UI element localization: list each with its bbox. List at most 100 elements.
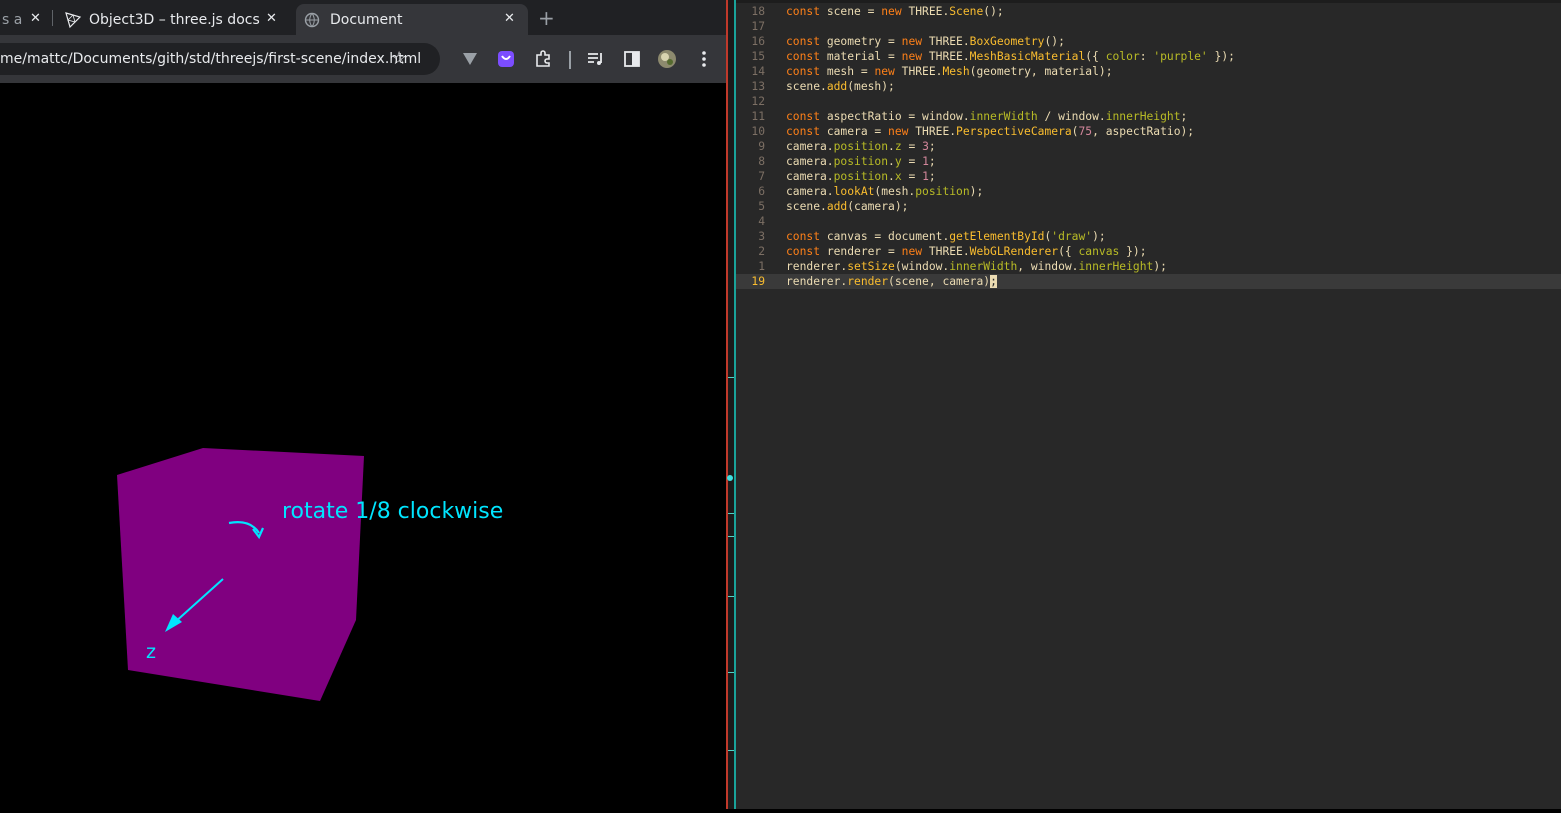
code-token: (camera); <box>847 200 909 213</box>
code-token: scene = <box>820 5 882 18</box>
line-number: 6 <box>758 185 765 198</box>
browser-window: s a ✕ Object3D – three.js docs ✕ Documen… <box>0 0 726 809</box>
code-token: innerHeight <box>1078 260 1154 273</box>
code-token: , aspectRatio); <box>1092 125 1195 138</box>
line-number: 18 <box>751 5 765 18</box>
code-line[interactable]: 6 camera.lookAt(mesh.position); <box>736 184 1561 199</box>
code-line-current[interactable]: 19 renderer.render(scene, camera); <box>736 274 1561 289</box>
code-line[interactable]: 1 renderer.setSize(window.innerWidth, win… <box>736 259 1561 274</box>
line-number: 3 <box>758 230 765 243</box>
code-token: . <box>888 140 895 153</box>
code-line[interactable]: 13 scene.add(mesh); <box>736 79 1561 94</box>
code-line[interactable]: 14 const mesh = new THREE.Mesh(geometry, … <box>736 64 1561 79</box>
code-token: (); <box>983 5 1004 18</box>
extension-v-icon[interactable] <box>460 49 480 69</box>
code-token: canvas = document. <box>820 230 950 243</box>
code-line[interactable]: 8 camera.position.y = 1; <box>736 154 1561 169</box>
code-token: WebGLRenderer <box>969 245 1059 258</box>
code-line[interactable]: 17 <box>736 19 1561 34</box>
bookmark-star-icon[interactable]: ☆ <box>391 48 407 69</box>
code-token: camera. <box>786 140 834 153</box>
media-control-icon[interactable] <box>586 49 606 69</box>
code-token: 1 <box>922 155 929 168</box>
line-number: 7 <box>758 170 765 183</box>
line-number: 5 <box>758 200 765 213</box>
code-editor[interactable]: 18 const scene = new THREE.Scene(); 17 16 co… <box>736 0 1561 809</box>
code-token: THREE. <box>908 125 957 138</box>
code-token: BoxGeometry <box>969 35 1045 48</box>
code-line[interactable]: 15 const material = new THREE.MeshBasicMa… <box>736 49 1561 64</box>
code-text: renderer.render(scene, camera); <box>786 274 997 289</box>
line-number: 19 <box>751 275 765 288</box>
window-divider[interactable] <box>726 0 736 809</box>
code-token: : <box>1139 50 1154 63</box>
extensions-puzzle-icon[interactable] <box>533 49 553 69</box>
line-number: 4 <box>758 215 765 228</box>
line-number: 15 <box>751 50 765 63</box>
code-token: ({ <box>1085 50 1106 63</box>
line-number: 1 <box>758 260 765 273</box>
profile-avatar-icon[interactable] <box>657 49 677 69</box>
code-line[interactable]: 11 const aspectRatio = window.innerWidth … <box>736 109 1561 124</box>
code-token: add <box>826 200 848 213</box>
close-icon[interactable]: ✕ <box>266 11 277 26</box>
code-token: ); <box>969 185 984 198</box>
code-token: new <box>901 35 923 48</box>
code-token: canvas <box>1078 245 1120 258</box>
code-token: const <box>786 35 821 48</box>
threejs-canvas: rotate 1/8 clockwise z <box>117 448 503 701</box>
code-line[interactable]: 9 camera.position.z = 3; <box>736 139 1561 154</box>
code-token: mesh = <box>820 65 875 78</box>
code-token: geometry = <box>820 35 902 48</box>
code-token: renderer = <box>820 245 902 258</box>
new-tab-button[interactable]: + <box>538 6 555 30</box>
code-line[interactable]: 7 camera.position.x = 1; <box>736 169 1561 184</box>
code-token: PerspectiveCamera <box>956 125 1072 138</box>
code-token: innerHeight <box>1105 110 1181 123</box>
code-token: (); <box>1044 35 1065 48</box>
code-token: Scene <box>949 5 984 18</box>
close-icon[interactable]: ✕ <box>504 11 515 26</box>
code-token: add <box>826 80 848 93</box>
code-text: scene.add(mesh); <box>786 79 895 94</box>
code-token: 1 <box>922 170 929 183</box>
code-token: }); <box>1119 245 1147 258</box>
code-line[interactable]: 3 const canvas = document.getElementById(… <box>736 229 1561 244</box>
tab-document-active[interactable]: Document ✕ <box>296 4 528 35</box>
code-token: y <box>894 155 902 168</box>
toolbar-divider <box>569 51 571 69</box>
code-line[interactable]: 5 scene.add(camera); <box>736 199 1561 214</box>
address-bar[interactable]: me/mattc/Documents/gith/std/threejs/firs… <box>0 43 440 75</box>
close-icon[interactable]: ✕ <box>30 11 41 26</box>
code-line[interactable]: 16 const geometry = new THREE.BoxGeometry… <box>736 34 1561 49</box>
code-line[interactable]: 4 <box>736 214 1561 229</box>
code-token: const <box>786 50 821 63</box>
code-token: const <box>786 5 821 18</box>
code-token: camera. <box>786 170 834 183</box>
tab-threejs-docs[interactable]: Object3D – three.js docs ✕ <box>56 4 290 35</box>
threejs-logo-icon <box>65 11 82 28</box>
code-token: new <box>881 5 902 18</box>
side-panel-icon[interactable] <box>622 49 642 69</box>
url-text[interactable]: me/mattc/Documents/gith/std/threejs/firs… <box>0 51 421 67</box>
code-text: const mesh = new THREE.Mesh(geometry, ma… <box>786 64 1113 79</box>
tab-label: Document <box>330 11 403 28</box>
code-text: const camera = new THREE.PerspectiveCame… <box>786 124 1194 139</box>
code-line[interactable]: 12 <box>736 94 1561 109</box>
code-token: ); <box>1092 230 1106 243</box>
tab-strip: s a ✕ Object3D – three.js docs ✕ Documen… <box>0 0 726 35</box>
code-token: innerWidth <box>949 260 1018 273</box>
code-text: const scene = new THREE.Scene(); <box>786 4 1004 19</box>
menu-kebab-icon[interactable] <box>694 49 714 69</box>
code-token: new <box>888 125 909 138</box>
code-line[interactable]: 18 const scene = new THREE.Scene(); <box>736 4 1561 19</box>
tab-partial[interactable]: s a ✕ <box>0 4 52 35</box>
code-token: 75 <box>1078 125 1093 138</box>
code-token: position <box>833 170 889 183</box>
code-line[interactable]: 10 const camera = new THREE.PerspectiveCa… <box>736 124 1561 139</box>
code-token: setSize <box>847 260 895 273</box>
code-line[interactable]: 2 const renderer = new THREE.WebGLRendere… <box>736 244 1561 259</box>
code-token: position <box>915 185 970 198</box>
extension-purple-icon[interactable] <box>496 49 516 69</box>
code-token: ; <box>928 140 936 153</box>
